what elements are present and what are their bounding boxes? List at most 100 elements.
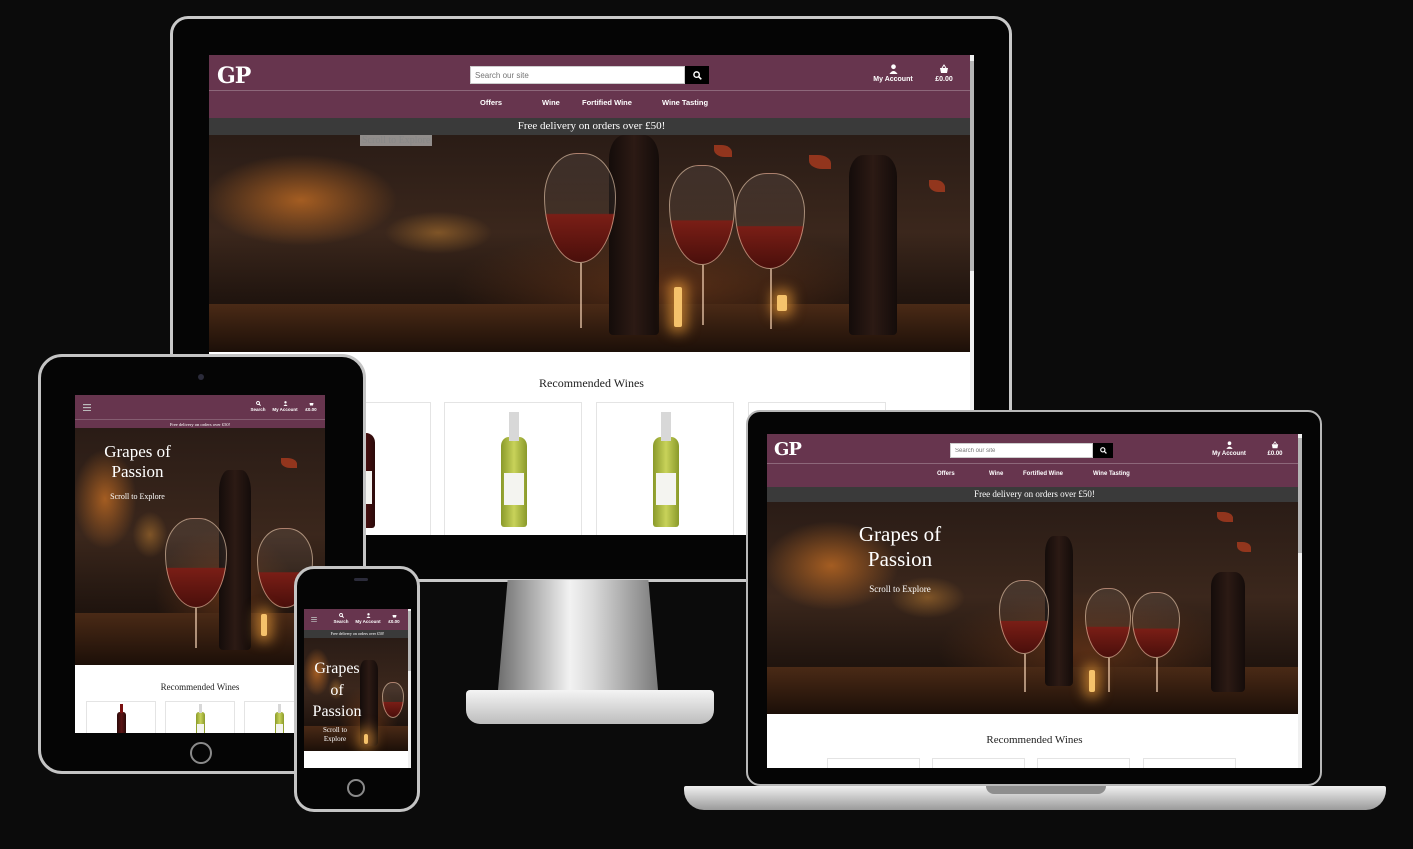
hero-glass-2 bbox=[669, 165, 735, 265]
hero-glass bbox=[382, 682, 404, 718]
user-icon bbox=[365, 613, 371, 618]
hamburger-icon[interactable] bbox=[83, 404, 91, 411]
search-label: Search bbox=[333, 619, 349, 624]
site-logo[interactable]: GP bbox=[217, 63, 251, 89]
search-input[interactable] bbox=[950, 443, 1093, 458]
hero-title: Grapes of Passion bbox=[858, 522, 942, 572]
main-nav: Offers Wine Fortified Wine Wine Tasting bbox=[937, 471, 1149, 477]
cart-total: £0.00 bbox=[1267, 451, 1283, 457]
hero-scroll-hint[interactable]: Scroll to Explore bbox=[95, 492, 180, 501]
delivery-banner: Free delivery on orders over £50! bbox=[75, 419, 325, 428]
hero-glass-stem-2 bbox=[1108, 658, 1110, 692]
hero-image: Grapes of Passion Scroll to Explore bbox=[304, 638, 411, 751]
my-account-link[interactable]: My Account bbox=[871, 64, 915, 83]
site-header: Search My Account £0.00 bbox=[304, 609, 411, 630]
hero-image: Scroll to Explore bbox=[209, 135, 974, 352]
search-toggle[interactable]: Search bbox=[330, 613, 352, 624]
nav-wine[interactable]: Wine bbox=[542, 98, 582, 107]
my-account-label: My Account bbox=[1212, 451, 1246, 457]
cart-link[interactable]: £0.00 bbox=[384, 613, 404, 624]
search-form bbox=[950, 443, 1113, 458]
basket-icon bbox=[392, 615, 396, 618]
site-logo[interactable]: GP bbox=[774, 439, 802, 460]
cart-total: £0.00 bbox=[935, 76, 953, 83]
search-button[interactable] bbox=[685, 66, 709, 84]
nav-fortified-wine[interactable]: Fortified Wine bbox=[1023, 471, 1093, 477]
hero-bottle-2 bbox=[849, 155, 897, 335]
hero-leaf bbox=[281, 458, 297, 468]
tablet-camera bbox=[198, 374, 204, 380]
hamburger-icon[interactable] bbox=[311, 617, 317, 622]
wine-bottle-image bbox=[501, 411, 527, 527]
phone-scrollbar[interactable] bbox=[408, 609, 411, 768]
hero-glass-2 bbox=[1085, 588, 1131, 658]
hero-leaf-3 bbox=[929, 180, 945, 192]
site-header: GP My Account £0.00 Offers Wine Fortifie… bbox=[767, 434, 1302, 487]
hero-glass bbox=[165, 518, 227, 608]
product-card[interactable] bbox=[444, 402, 582, 535]
phone-home-button bbox=[347, 779, 365, 797]
main-nav: Offers Wine Fortified Wine Wine Tasting bbox=[480, 98, 722, 107]
nav-wine-tasting[interactable]: Wine Tasting bbox=[662, 98, 722, 107]
nav-wine[interactable]: Wine bbox=[989, 471, 1023, 477]
basket-icon bbox=[1271, 441, 1279, 449]
cart-link[interactable]: £0.00 bbox=[1261, 441, 1289, 457]
hero-glass-stem-3 bbox=[1156, 658, 1158, 692]
hero-glass-3 bbox=[1132, 592, 1180, 658]
search-toggle[interactable]: Search bbox=[247, 401, 269, 412]
hero-leaf bbox=[714, 145, 732, 157]
my-account-link[interactable]: My Account bbox=[1209, 441, 1249, 457]
user-icon bbox=[1225, 441, 1233, 449]
nav-wine-tasting[interactable]: Wine Tasting bbox=[1093, 471, 1149, 477]
delivery-banner: Free delivery on orders over £50! bbox=[209, 118, 974, 135]
hero-glass bbox=[544, 153, 616, 263]
hero-scroll-hint[interactable]: Scroll to Explore bbox=[318, 726, 352, 744]
wine-bottle-image bbox=[275, 703, 284, 733]
hero-candle bbox=[364, 734, 368, 744]
my-account-label: My Account bbox=[355, 619, 381, 624]
hero-candle bbox=[261, 614, 267, 636]
cart-link[interactable]: £0.00 bbox=[929, 64, 959, 83]
search-input[interactable] bbox=[470, 66, 685, 84]
cart-total: £0.00 bbox=[305, 407, 317, 412]
hero-candle-2 bbox=[777, 295, 787, 311]
nav-offers[interactable]: Offers bbox=[480, 98, 542, 107]
hero-glass-3 bbox=[735, 173, 805, 269]
header-divider bbox=[209, 90, 974, 91]
search-button[interactable] bbox=[1093, 443, 1113, 458]
recommended-heading: Recommended Wines bbox=[160, 682, 240, 692]
product-card[interactable] bbox=[932, 758, 1025, 768]
hero-scroll-hint[interactable]: Scroll to Explore bbox=[360, 135, 433, 146]
product-card[interactable] bbox=[827, 758, 920, 768]
hero-candle bbox=[1089, 670, 1095, 692]
product-card[interactable] bbox=[1037, 758, 1130, 768]
hero-scroll-hint[interactable]: Scroll to Explore bbox=[845, 584, 955, 594]
phone-screen: Search My Account £0.00 Free delivery on… bbox=[304, 609, 411, 768]
hero-bottle-2 bbox=[1211, 572, 1245, 692]
nav-fortified-wine[interactable]: Fortified Wine bbox=[582, 98, 662, 107]
wine-bottle-image bbox=[117, 703, 126, 733]
hero-bottle bbox=[609, 135, 659, 335]
product-card[interactable] bbox=[165, 701, 235, 733]
hero-leaf-2 bbox=[1237, 542, 1251, 552]
recommended-heading: Recommended Wines bbox=[986, 734, 1083, 746]
cart-total: £0.00 bbox=[388, 619, 400, 624]
hero-glass-stem-2 bbox=[702, 265, 704, 325]
product-card[interactable] bbox=[86, 701, 156, 733]
delivery-banner: Free delivery on orders over £50! bbox=[767, 487, 1302, 502]
laptop-scrollbar[interactable] bbox=[1298, 434, 1302, 768]
wine-bottle-image bbox=[196, 703, 205, 733]
my-account-label: My Account bbox=[272, 407, 298, 412]
nav-offers[interactable]: Offers bbox=[937, 471, 989, 477]
laptop-notch bbox=[986, 786, 1106, 794]
hero-glass-stem bbox=[195, 608, 197, 648]
my-account-link[interactable]: My Account bbox=[354, 613, 382, 624]
product-card[interactable] bbox=[596, 402, 734, 535]
hero-glass-stem bbox=[580, 263, 582, 328]
laptop-screen: GP My Account £0.00 Offers Wine Fortifie… bbox=[767, 434, 1302, 768]
wine-bottle-image bbox=[653, 411, 679, 527]
my-account-link[interactable]: My Account bbox=[271, 401, 299, 412]
monitor-stand bbox=[498, 580, 658, 690]
cart-link[interactable]: £0.00 bbox=[301, 401, 321, 412]
product-card[interactable] bbox=[1143, 758, 1236, 768]
